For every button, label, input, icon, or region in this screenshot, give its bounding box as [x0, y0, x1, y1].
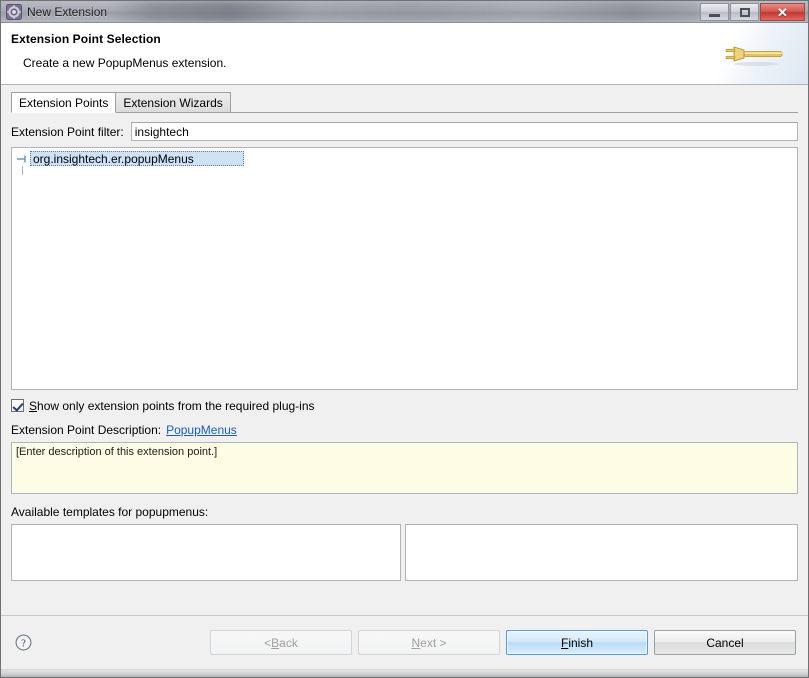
tab-bar: Extension Points Extension Wizards	[11, 92, 798, 113]
maximize-icon	[739, 7, 750, 17]
tree-item-label[interactable]: org.insightech.er.popupMenus	[30, 151, 244, 166]
back-button[interactable]: < Back	[210, 630, 352, 655]
window-bottom-frame	[1, 669, 808, 677]
templates-list-pane[interactable]	[11, 524, 401, 581]
minimize-button[interactable]	[700, 3, 729, 21]
description-row: Extension Point Description: PopupMenus	[11, 422, 798, 437]
tab-extension-points-label: Extension Points	[19, 95, 109, 110]
description-label: Extension Point Description:	[11, 422, 162, 437]
back-button-rest: ack	[279, 635, 298, 650]
back-button-prefix: <	[264, 635, 272, 650]
finish-button[interactable]: Finish	[506, 630, 648, 655]
extension-point-filter-input[interactable]	[130, 122, 798, 141]
close-button[interactable]: ✕	[760, 3, 805, 21]
description-link[interactable]: PopupMenus	[166, 423, 237, 437]
tab-extension-wizards[interactable]: Extension Wizards	[115, 92, 231, 112]
help-question-icon[interactable]: ?	[15, 634, 32, 651]
next-button-mnemonic: N	[411, 635, 421, 650]
svg-text:?: ?	[21, 638, 26, 649]
close-icon: ✕	[777, 4, 788, 20]
back-button-mnemonic: B	[271, 635, 280, 650]
maximize-button[interactable]	[730, 3, 759, 21]
templates-preview-pane[interactable]	[405, 524, 798, 581]
dialog-button-bar: ? < Back Next > Finish Cancel	[1, 615, 808, 669]
plug-icon	[722, 41, 786, 70]
show-required-only-mnemonic: S	[29, 398, 38, 413]
tab-extension-wizards-label: Extension Wizards	[123, 95, 223, 110]
tree-row[interactable]: org.insightech.er.popupMenus	[12, 151, 797, 166]
wizard-buttons: < Back Next > Finish Cancel	[204, 630, 796, 655]
templates-label: Available templates for popupmenus:	[11, 505, 209, 519]
header-graphic	[688, 23, 808, 84]
minimize-icon	[709, 14, 720, 17]
window-title: New Extension	[27, 4, 108, 19]
description-text: [Enter description of this extension poi…	[16, 446, 218, 458]
show-required-only-checkbox[interactable]	[11, 399, 24, 412]
finish-button-rest: inish	[568, 635, 594, 650]
dialog-header: Extension Point Selection Create a new P…	[1, 23, 808, 85]
show-required-only-label: Show only extension points from the requ…	[29, 399, 315, 413]
eclipse-gear-icon	[6, 3, 22, 20]
templates-panes	[11, 524, 798, 581]
tab-extension-points[interactable]: Extension Points	[11, 92, 117, 113]
collapse-icon[interactable]	[16, 152, 30, 166]
new-extension-dialog: New Extension ✕ Extension Point Selectio…	[0, 0, 809, 678]
next-button[interactable]: Next >	[358, 630, 500, 655]
next-button-rest: ext >	[420, 635, 447, 650]
filter-row: Extension Point filter:	[11, 122, 798, 141]
filter-label: Extension Point filter:	[11, 124, 124, 139]
tree-guide-line	[22, 166, 23, 175]
description-box: [Enter description of this extension poi…	[11, 442, 798, 494]
cancel-button-label: Cancel	[706, 635, 744, 650]
title-bar-blurred-background	[111, 1, 698, 22]
window-controls: ✕	[700, 3, 805, 21]
cancel-button[interactable]: Cancel	[654, 630, 796, 655]
title-bar: New Extension ✕	[1, 1, 808, 23]
dialog-body: Extension Points Extension Wizards Exten…	[1, 85, 808, 615]
show-required-only-label-rest: how only extension points from the requi…	[37, 398, 315, 413]
extension-points-tree[interactable]: org.insightech.er.popupMenus	[11, 147, 798, 390]
finish-button-mnemonic: F	[560, 635, 569, 650]
show-required-only-row[interactable]: Show only extension points from the requ…	[11, 398, 798, 413]
